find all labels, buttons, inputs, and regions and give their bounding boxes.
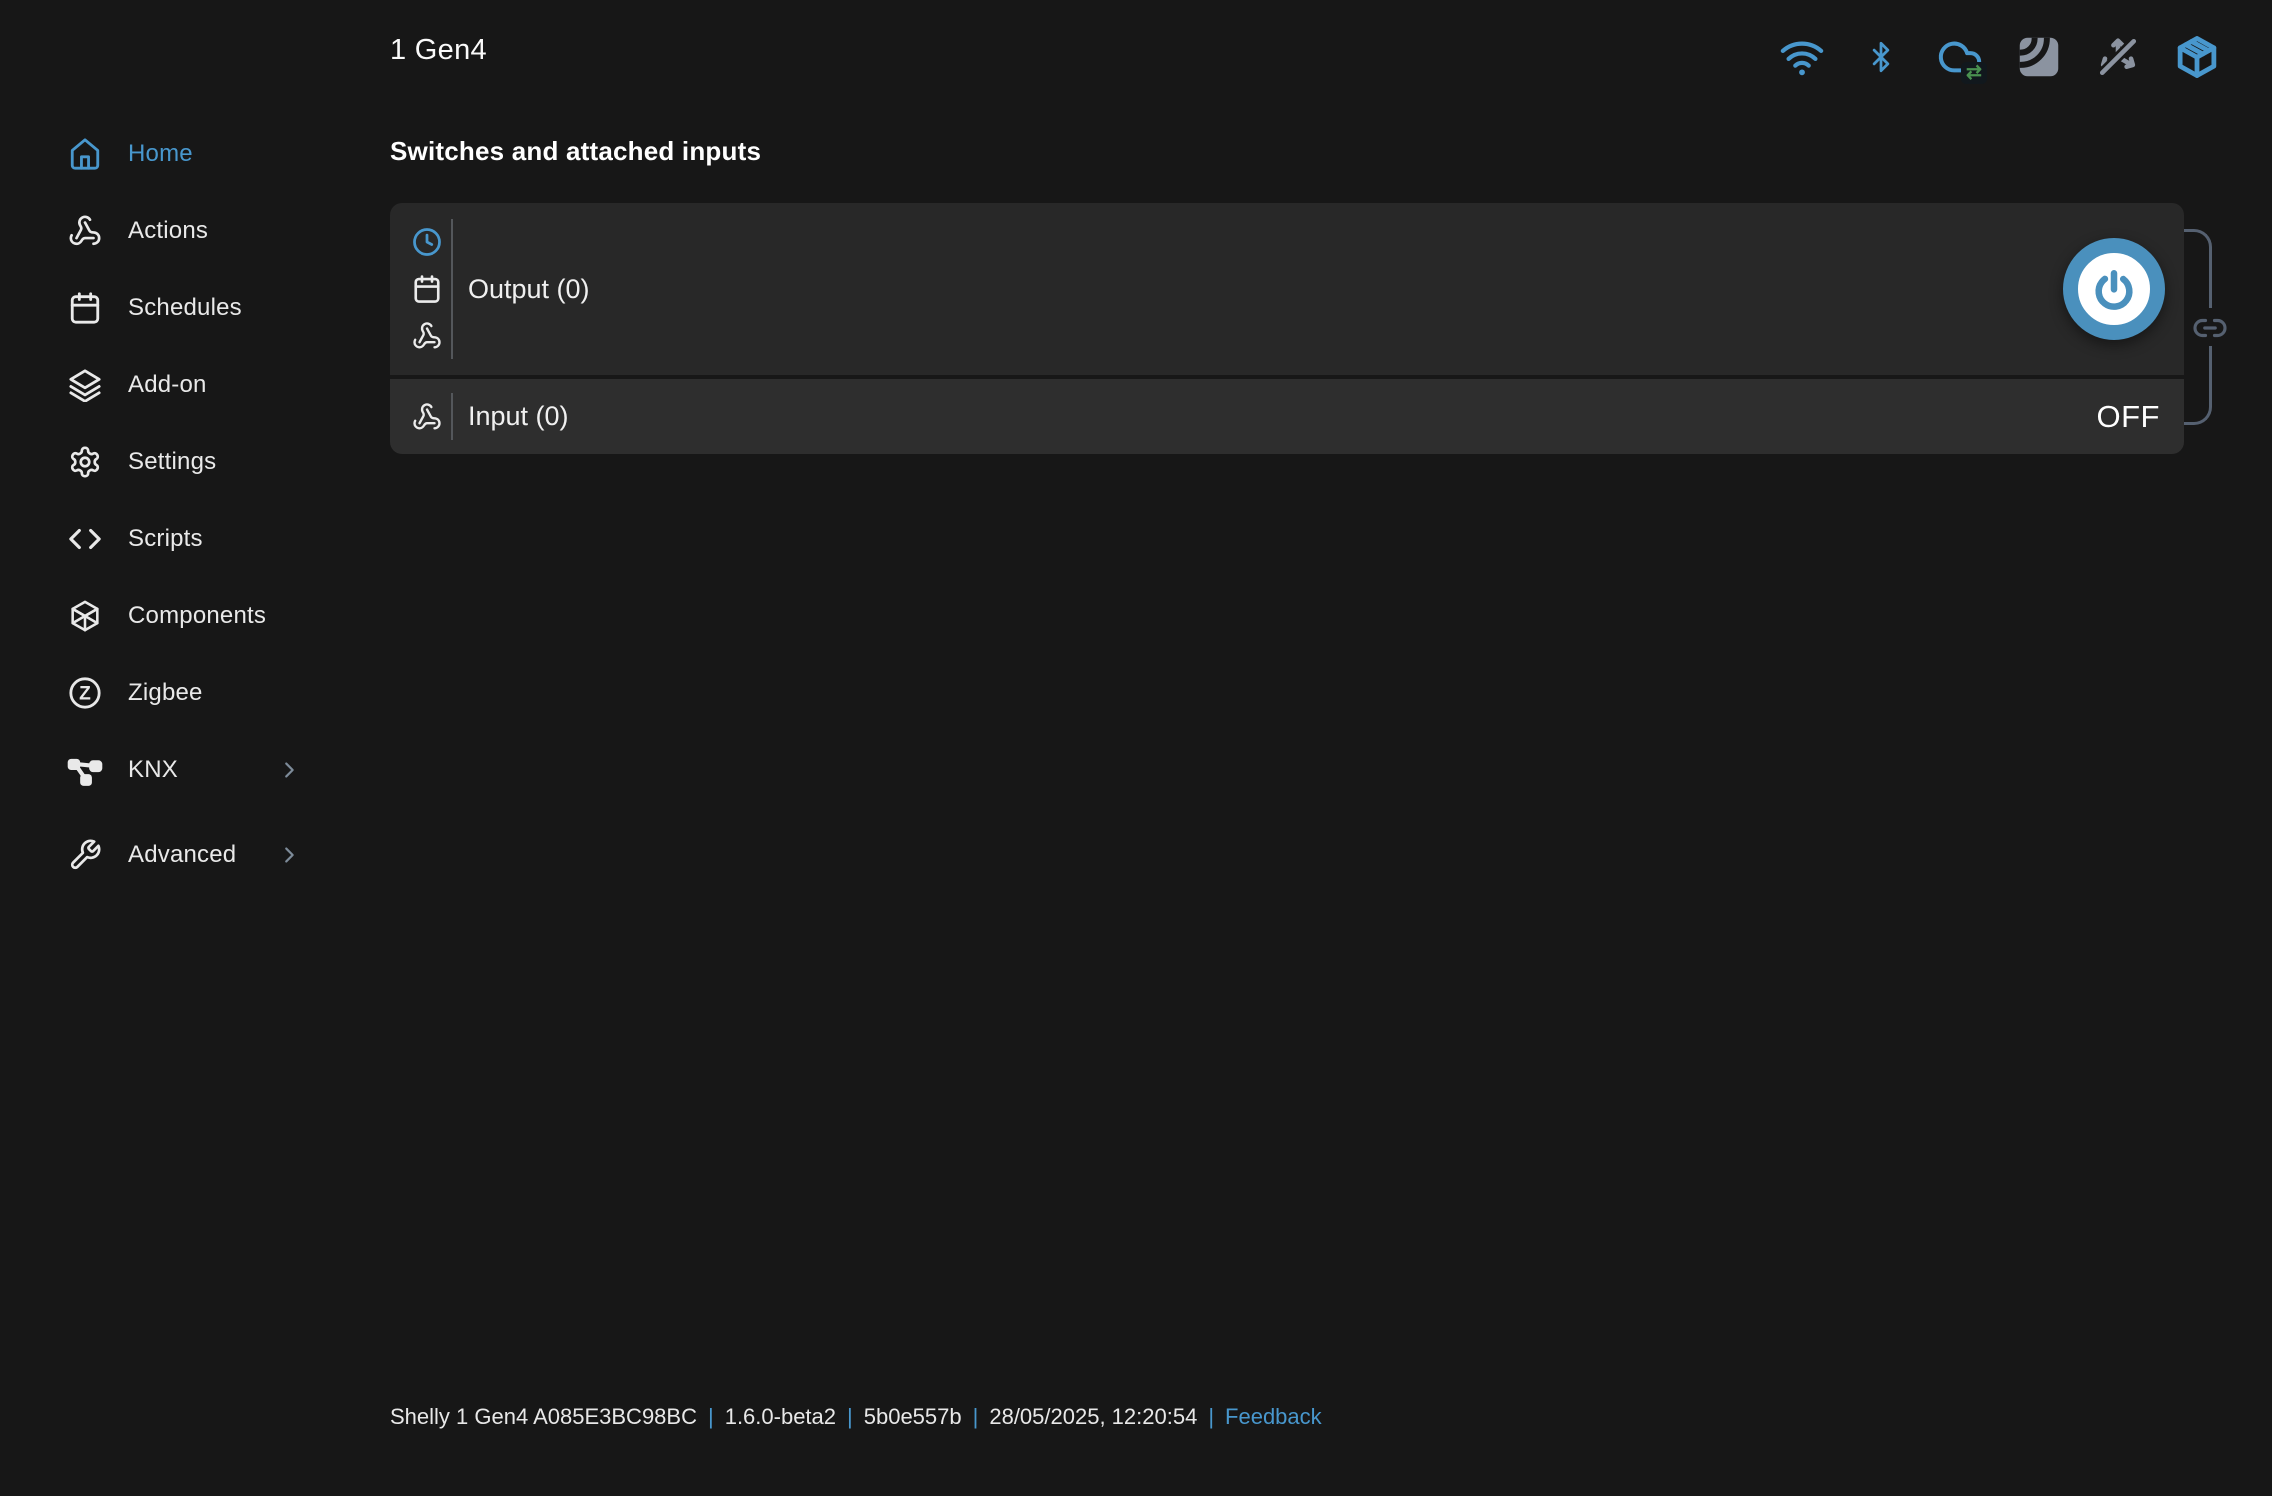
sidebar-item-label: KNX	[128, 756, 178, 784]
sidebar-item-schedules[interactable]: Schedules	[0, 269, 330, 346]
status-icon-bar: ⇄	[1779, 32, 2220, 82]
power-toggle-button[interactable]	[2063, 238, 2165, 340]
sidebar-item-settings[interactable]: Settings	[0, 423, 330, 500]
row-divider-line	[451, 393, 453, 440]
package-icon	[2174, 32, 2220, 82]
output-row-icons	[403, 227, 451, 351]
matter-disabled-icon	[2095, 32, 2141, 82]
sidebar-item-label: Add-on	[128, 371, 207, 399]
sidebar-item-label: Advanced	[128, 841, 236, 869]
mqtt-icon	[2016, 32, 2062, 82]
footer-separator: |	[1208, 1404, 1214, 1430]
sidebar-item-actions[interactable]: Actions	[0, 192, 330, 269]
shelly-device-page: { "header": { "device_title": "1 Gen4", …	[0, 0, 2272, 1496]
sidebar-nav: Home Actions Schedules Add-on	[0, 115, 330, 893]
layers-icon	[67, 367, 103, 403]
input-row-label: Input (0)	[468, 401, 569, 432]
footer-datetime: 28/05/2025, 12:20:54	[989, 1404, 1197, 1430]
footer-build-hash: 5b0e557b	[864, 1404, 962, 1430]
sidebar-item-label: Settings	[128, 448, 216, 476]
wifi-icon	[1779, 32, 1825, 82]
home-icon	[67, 136, 103, 172]
footer-device-id: Shelly 1 Gen4 A085E3BC98BC	[390, 1404, 697, 1430]
sidebar-item-home[interactable]: Home	[0, 115, 330, 192]
bluetooth-icon	[1858, 32, 1904, 82]
zigbee-icon: Z	[67, 675, 103, 711]
sidebar-item-addon[interactable]: Add-on	[0, 346, 330, 423]
wrench-icon	[67, 837, 103, 873]
calendar-icon	[67, 290, 103, 326]
switches-card: Output (0) Input (0) OFF	[390, 203, 2184, 454]
chevron-right-icon	[278, 844, 300, 866]
cube-wireframe-icon	[67, 598, 103, 634]
output-row-label: Output (0)	[468, 274, 590, 305]
timer-icon	[412, 227, 442, 257]
knx-network-icon	[67, 752, 103, 788]
footer-separator: |	[973, 1404, 979, 1430]
section-heading: Switches and attached inputs	[390, 136, 761, 167]
svg-text:Z: Z	[79, 683, 91, 704]
input-row[interactable]: Input (0) OFF	[390, 379, 2184, 454]
sidebar-item-label: Scripts	[128, 525, 203, 553]
webhook-icon	[412, 321, 442, 351]
input-status-badge: OFF	[2097, 399, 2161, 435]
sidebar-item-advanced[interactable]: Advanced	[0, 816, 330, 893]
sidebar-item-label: Zigbee	[128, 679, 203, 707]
input-row-icons	[403, 402, 451, 432]
sidebar-item-zigbee[interactable]: Z Zigbee	[0, 654, 330, 731]
link-bracket-bottom	[2184, 346, 2212, 425]
footer-separator: |	[708, 1404, 714, 1430]
sidebar-item-label: Actions	[128, 217, 208, 245]
link-bracket-top	[2184, 229, 2212, 308]
gear-icon	[67, 444, 103, 480]
schedule-icon	[412, 274, 442, 304]
output-row[interactable]: Output (0)	[390, 203, 2184, 375]
chevron-right-icon	[278, 759, 300, 781]
webhook-icon	[412, 402, 442, 432]
sidebar-item-label: Components	[128, 602, 266, 630]
page-title: 1 Gen4	[390, 34, 487, 67]
sidebar-item-label: Schedules	[128, 294, 242, 322]
footer-separator: |	[847, 1404, 853, 1430]
sidebar-item-label: Home	[128, 140, 193, 168]
sync-arrows-badge: ⇄	[1961, 62, 1987, 84]
row-divider-line	[451, 219, 453, 359]
power-icon	[2091, 266, 2137, 312]
footer: Shelly 1 Gen4 A085E3BC98BC | 1.6.0-beta2…	[390, 1404, 1322, 1430]
feedback-link[interactable]: Feedback	[1225, 1404, 1322, 1430]
sidebar-item-components[interactable]: Components	[0, 577, 330, 654]
sidebar-item-scripts[interactable]: Scripts	[0, 500, 330, 577]
webhook-icon	[67, 213, 103, 249]
code-icon	[67, 521, 103, 557]
sidebar-item-knx[interactable]: KNX	[0, 731, 330, 808]
link-icon	[2191, 310, 2229, 346]
footer-firmware-version: 1.6.0-beta2	[725, 1404, 836, 1430]
cloud-sync-icon: ⇄	[1937, 32, 1983, 82]
